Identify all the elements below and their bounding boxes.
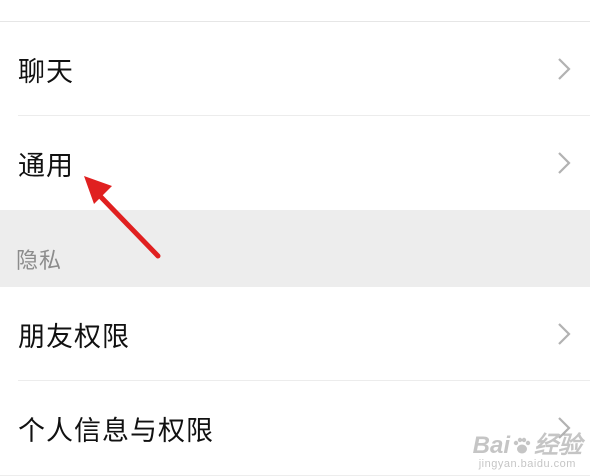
chevron-right-icon [556,151,572,175]
privacy-section-header: 隐私 [0,210,590,287]
settings-row-general[interactable]: 通用 [0,116,590,210]
privacy-section-title: 隐私 [16,249,63,274]
settings-group-general: 聊天 通用 [0,22,590,210]
settings-screen: 聊天 通用 隐私 朋友权限 个人信息与权限 Bai 经验 jingyan.bai… [0,0,590,476]
chevron-right-icon [556,322,572,346]
paw-icon [513,437,531,454]
settings-row-friend-permissions-label: 朋友权限 [18,321,130,353]
watermark-logo: Bai 经验 [473,434,582,458]
chevron-right-icon [556,57,572,81]
settings-row-friend-permissions[interactable]: 朋友权限 [0,287,590,381]
watermark-url: jingyan.baidu.com [478,458,576,470]
settings-row-general-label: 通用 [18,150,74,182]
watermark-text-left: Bai [472,432,510,459]
baidu-jingyan-watermark: Bai 经验 jingyan.baidu.com [473,434,582,471]
previous-row-bottom [0,0,590,22]
settings-row-chat[interactable]: 聊天 [0,22,590,116]
settings-row-chat-label: 聊天 [18,56,74,88]
watermark-text-right: 经验 [534,432,582,459]
